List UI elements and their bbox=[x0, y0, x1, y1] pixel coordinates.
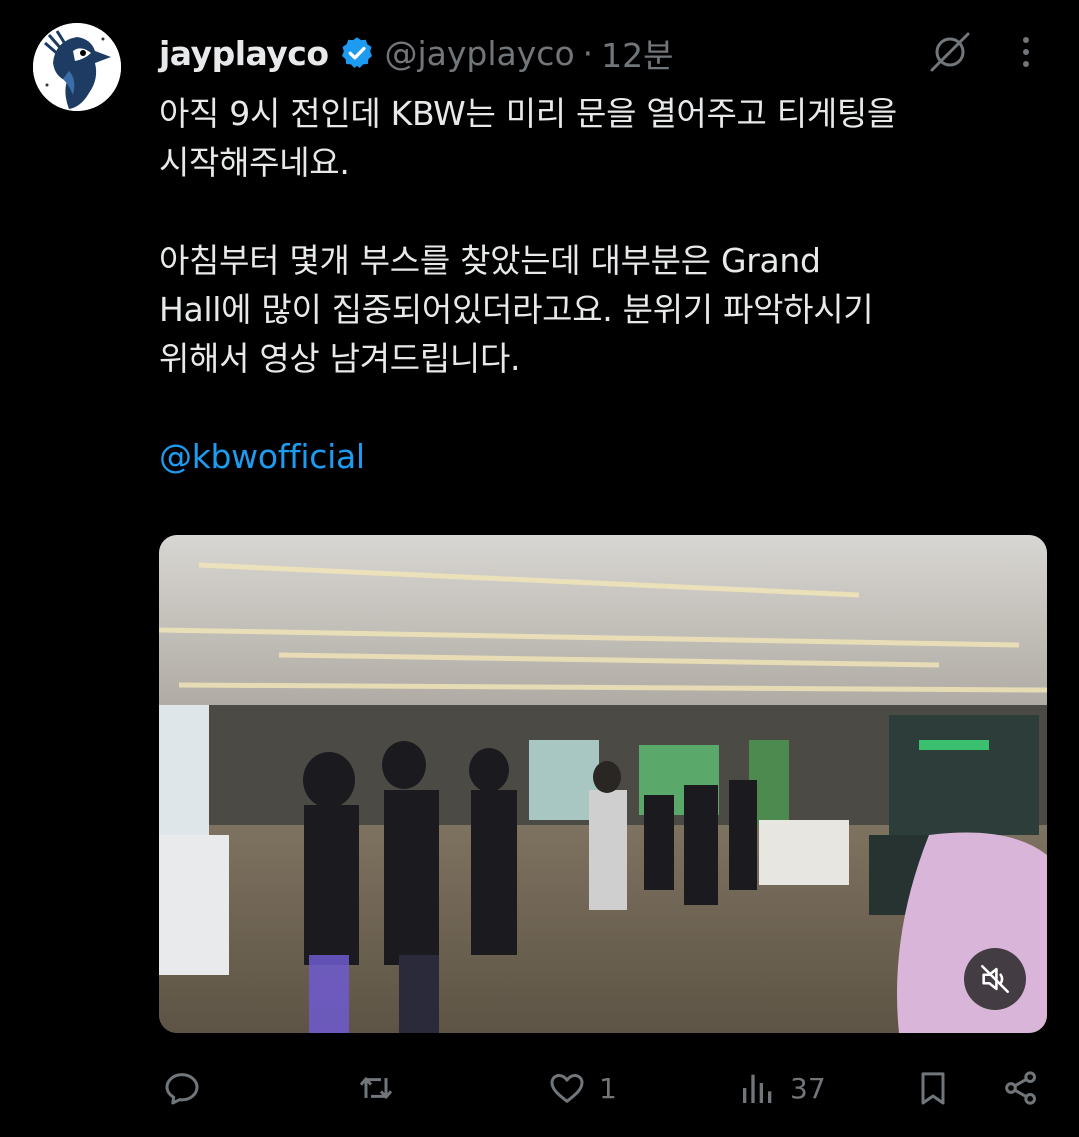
post-line: 시작해주네요. bbox=[159, 143, 350, 182]
repost-icon bbox=[359, 1077, 393, 1099]
reply-icon bbox=[165, 1073, 199, 1105]
speaker-muted-icon bbox=[980, 964, 1010, 994]
verified-badge-icon[interactable] bbox=[339, 35, 375, 71]
bookmark-button[interactable] bbox=[913, 1068, 953, 1108]
post-line: 아직 9시 전인데 KBW는 미리 문을 열어주고 티게팅을 bbox=[159, 94, 897, 133]
author-handle[interactable]: @jayplayco bbox=[385, 34, 575, 73]
separator-dot: · bbox=[582, 33, 594, 73]
author-display-name[interactable]: jayplayco bbox=[159, 34, 329, 73]
post-line: 위해서 영상 남겨드립니다. bbox=[159, 339, 521, 378]
blue-jay-avatar bbox=[33, 23, 121, 111]
grok-icon[interactable] bbox=[928, 30, 972, 74]
views-button[interactable]: 37 bbox=[738, 1068, 826, 1108]
like-count: 1 bbox=[599, 1071, 617, 1105]
post-line-blank bbox=[159, 383, 1059, 432]
post-text: 아직 9시 전인데 KBW는 미리 문을 열어주고 티게팅을 시작해주네요. 아… bbox=[159, 89, 1059, 481]
heart-icon bbox=[550, 1074, 584, 1103]
post-line: Hall에 많이 집중되어있더라고요. 분위기 파악하시기 bbox=[159, 290, 874, 329]
post-timestamp[interactable]: 12분 bbox=[601, 29, 673, 77]
action-bar: 1 37 bbox=[0, 1060, 1079, 1120]
mention-link[interactable]: @kbwofficial bbox=[159, 437, 365, 476]
reply-button[interactable] bbox=[162, 1068, 214, 1108]
post-line: 아침부터 몇개 부스를 찾았는데 대부분은 Grand bbox=[159, 241, 821, 280]
video-frame bbox=[159, 535, 1047, 1033]
mute-toggle-button[interactable] bbox=[964, 948, 1026, 1010]
share-icon bbox=[1005, 1071, 1036, 1105]
share-button[interactable] bbox=[1001, 1068, 1041, 1108]
repost-button[interactable] bbox=[355, 1068, 409, 1108]
bookmark-icon bbox=[921, 1072, 945, 1105]
like-button[interactable]: 1 bbox=[547, 1068, 617, 1108]
views-icon bbox=[743, 1074, 772, 1103]
more-options-icon[interactable] bbox=[1014, 32, 1038, 72]
views-count: 37 bbox=[790, 1071, 826, 1105]
video-player[interactable] bbox=[159, 535, 1047, 1033]
post-line-blank bbox=[159, 187, 1059, 236]
post-header: jayplayco @jayplayco · 12분 bbox=[159, 28, 674, 78]
avatar[interactable] bbox=[33, 23, 121, 111]
